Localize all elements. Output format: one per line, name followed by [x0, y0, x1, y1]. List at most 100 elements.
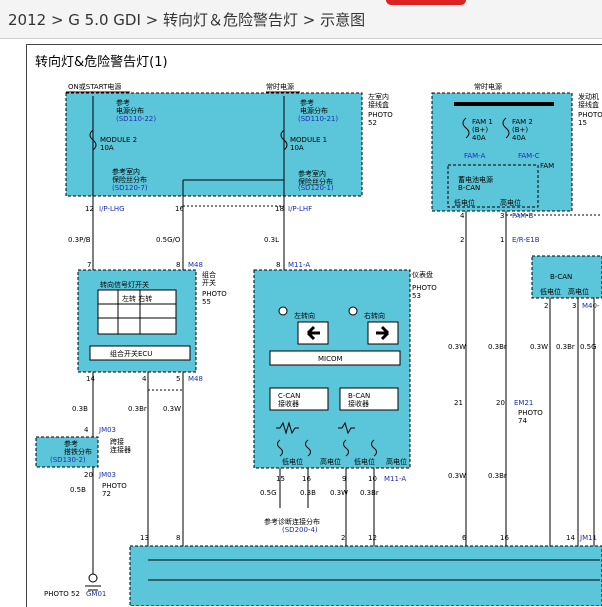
pin-10: 10 — [368, 475, 377, 483]
pin-2: 2 — [460, 236, 464, 244]
jc-ref-code[interactable]: (SD130-2) — [50, 456, 86, 464]
pin-16b: 16 — [302, 475, 311, 483]
pin-12: 12 — [85, 205, 94, 213]
cluster-diag-code[interactable]: (SD200-4) — [282, 526, 318, 534]
pin-18: 18 — [275, 205, 284, 213]
label-always2: 常时电源 — [474, 82, 502, 91]
jb1-ref1-code[interactable]: (SD110-22) — [116, 115, 156, 123]
label-on-start: ON或START电源 — [68, 82, 121, 91]
cluster-bcan: B-CAN 接收器 — [348, 392, 370, 408]
cluster-ccan: C-CAN 接收器 — [278, 392, 300, 408]
wire-17: 0.5B — [70, 486, 86, 494]
combo-cols: 左转 右转 — [122, 294, 152, 303]
conn-m11a: M11-A — [288, 261, 310, 269]
bcan-lo: 低电位 — [540, 287, 561, 296]
combo-ecu: 组合开关ECU — [110, 349, 152, 358]
wire-14: 0.3W — [448, 472, 466, 480]
bottom-junction — [129, 545, 602, 606]
cluster-lo2: 低电位 — [354, 457, 375, 466]
conn-ip-lhf: I/P-LHF — [288, 205, 312, 213]
pin-16: 16 — [175, 205, 184, 213]
wire-7: 0.5G — [580, 343, 597, 351]
ejb-lo: 低电位 — [454, 198, 475, 207]
wire-13: 0.3Br — [360, 489, 379, 497]
pin-8b: 8 — [276, 261, 280, 269]
pin-6: 6 — [462, 534, 467, 542]
pin-20b: 20 — [84, 471, 93, 479]
conn-em21: EM21 — [514, 399, 533, 407]
wire-1: 0.3P/B — [68, 236, 91, 244]
wire-10: 0.3W — [530, 343, 548, 351]
pin-3b: 3 — [572, 302, 576, 310]
pin-4: 4 — [460, 212, 465, 220]
pin-9: 9 — [342, 475, 346, 483]
pin-13: 13 — [140, 534, 149, 542]
ejb-er: E/R-E1B — [512, 236, 540, 244]
cluster-hi1: 高电位 — [320, 457, 341, 466]
ejb-famc: FAM-C — [518, 152, 540, 160]
pin-2c: 2 — [341, 534, 345, 542]
jc-photo72: PHOTO 72 — [102, 482, 127, 498]
conn-jm03b: JM03 — [98, 471, 116, 479]
label-photo15: PHOTO 15 — [578, 111, 602, 127]
jc-name: 跨接连接器 — [110, 437, 131, 454]
photo74: PHOTO 74 — [518, 409, 543, 425]
photo52b: PHOTO 52 — [44, 590, 80, 598]
pin-4c: 4 — [84, 426, 89, 434]
pin-14b: 14 — [566, 534, 575, 542]
conn-m48a: M48 — [188, 261, 203, 269]
pin-3: 3 — [500, 212, 504, 220]
wire-5: 0.3Br — [128, 405, 147, 413]
bcan-hi: 高电位 — [568, 287, 589, 296]
conn-jm11: JM11 — [579, 534, 597, 542]
pin-8a: 8 — [176, 261, 180, 269]
wiring-diagram: ON或START电源 常时电源 常时电源 左室内接线盒 PHOTO 52 发动机接… — [35, 82, 602, 606]
jb2-ref2-code[interactable]: (SD120-1) — [298, 184, 334, 192]
cluster-hi2: 高电位 — [386, 457, 407, 466]
ejb-famb: FAM-B — [512, 212, 533, 220]
conn-m40: M40- — [582, 302, 600, 310]
ejb-fam: FAM — [540, 162, 554, 170]
label-engine-room: 发动机接线盒 — [578, 92, 599, 109]
wire-15: 0.3Br — [488, 472, 507, 480]
pin-15: 15 — [276, 475, 285, 483]
wire-12: 0.3W — [330, 489, 348, 497]
jb2-ref1-code[interactable]: (SD110-21) — [298, 115, 338, 123]
label-photo52a: PHOTO 52 — [368, 111, 393, 127]
conn-m11a2: M11-A — [384, 475, 406, 483]
pin-5: 5 — [176, 375, 180, 383]
label-always1: 常时电源 — [266, 82, 294, 91]
combo-switch-title: 转向信号灯开关 — [100, 280, 149, 289]
conn-jm03a: JM03 — [98, 426, 116, 434]
conn-m48b: M48 — [188, 375, 203, 383]
cluster-micom: MICOM — [318, 355, 343, 363]
wire-18: 0.5G — [260, 489, 277, 497]
combo-photo: PHOTO 55 — [202, 290, 227, 306]
jb1-ref2-code[interactable]: (SD120-7) — [112, 184, 148, 192]
pin-16c: 16 — [500, 534, 509, 542]
cluster-label: 仪表盘 — [412, 270, 433, 279]
pin-20: 20 — [496, 399, 505, 407]
bcan-title: B-CAN — [550, 273, 572, 281]
pin-7: 7 — [87, 261, 91, 269]
wire-8: 0.3W — [448, 343, 466, 351]
wire-2: 0.5G/O — [156, 236, 181, 244]
pin-4b: 4 — [142, 375, 147, 383]
wire-3: 0.3L — [264, 236, 279, 244]
label-inroom-jb: 左室内接线盒 — [368, 92, 389, 109]
pin-8c: 8 — [176, 534, 180, 542]
engine-junction-box — [431, 92, 573, 212]
cluster-photo: PHOTO 53 — [412, 284, 437, 300]
pin-12b: 12 — [368, 534, 377, 542]
conn-gm01: GM01 — [86, 590, 106, 598]
wire-6: 0.3W — [163, 405, 181, 413]
wire-11: 0.3Br — [556, 343, 575, 351]
wire-9: 0.3Br — [488, 343, 507, 351]
wire-16: 0.3B — [300, 489, 316, 497]
ejb-hi: 高电位 — [500, 198, 521, 207]
cluster-right: 右转向 — [364, 311, 385, 320]
cluster-left: 左转向 — [294, 311, 315, 320]
pin-2b: 2 — [544, 302, 548, 310]
wire-4: 0.3B — [72, 405, 88, 413]
cluster-lo1: 低电位 — [282, 457, 303, 466]
